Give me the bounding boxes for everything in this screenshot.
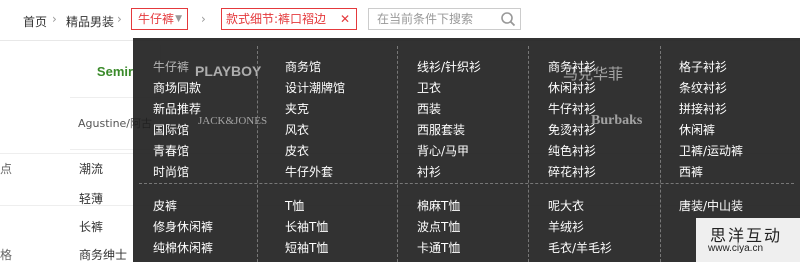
column-divider xyxy=(528,46,529,262)
menu-item[interactable]: 西服套装 xyxy=(417,121,465,138)
menu-item[interactable]: 条纹衬衫 xyxy=(679,79,727,96)
crumb-home[interactable]: 首页 xyxy=(23,13,47,30)
menu-item[interactable]: 卫裤/运动裤 xyxy=(679,142,743,159)
menu-item[interactable]: 休闲衬衫 xyxy=(548,79,596,96)
menu-item[interactable]: 牛仔外套 xyxy=(285,163,333,180)
row-divider xyxy=(139,183,794,184)
menu-item[interactable]: 卡通T恤 xyxy=(417,239,460,256)
brand-logo-ghost: Burbaks xyxy=(591,113,643,128)
menu-item[interactable]: 西装 xyxy=(417,100,441,117)
menu-item[interactable]: 卫衣 xyxy=(417,79,441,96)
chevron-right-icon: › xyxy=(52,12,57,26)
menu-item[interactable]: 牛仔衬衫 xyxy=(548,100,596,117)
menu-item[interactable]: 新品推荐 xyxy=(153,100,201,117)
menu-item[interactable]: 格子衬衫 xyxy=(679,58,727,75)
chevron-right-icon: › xyxy=(117,12,122,26)
menu-item[interactable]: 风衣 xyxy=(285,121,309,138)
filter-option[interactable]: 轻薄 xyxy=(79,190,103,207)
menu-item[interactable]: 皮衣 xyxy=(285,142,309,159)
menu-item[interactable]: 波点T恤 xyxy=(417,218,460,235)
menu-item[interactable]: 呢大衣 xyxy=(548,197,584,214)
search-input[interactable]: 在当前条件下搜索 xyxy=(368,8,521,30)
search-icon[interactable] xyxy=(500,11,516,27)
menu-item[interactable]: T恤 xyxy=(285,197,304,214)
chevron-right-icon: › xyxy=(201,12,206,26)
menu-item[interactable]: 西裤 xyxy=(679,163,703,180)
category-dropdown[interactable]: 牛仔裤 ▼ xyxy=(131,8,188,30)
filter-tag-label: 款式细节:裤口褶边 xyxy=(226,12,327,26)
menu-item[interactable]: 唐装/中山装 xyxy=(679,197,743,214)
menu-item[interactable]: 时尚馆 xyxy=(153,163,189,180)
menu-item[interactable]: 棉麻T恤 xyxy=(417,197,460,214)
search-placeholder: 在当前条件下搜索 xyxy=(377,12,474,26)
menu-item[interactable]: 羊绒衫 xyxy=(548,218,584,235)
menu-item[interactable]: 毛衣/羊毛衫 xyxy=(548,239,612,256)
menu-item[interactable]: 设计潮牌馆 xyxy=(285,79,345,96)
filter-option[interactable]: 商务绅士 xyxy=(79,246,127,263)
menu-heading[interactable]: 牛仔裤 xyxy=(153,58,189,75)
menu-item[interactable]: 国际馆 xyxy=(153,121,189,138)
menu-item[interactable]: 背心/马甲 xyxy=(417,142,469,159)
row-label: 点 xyxy=(0,162,13,176)
menu-item[interactable]: 商务馆 xyxy=(285,58,321,75)
chevron-down-icon: ▼ xyxy=(175,14,182,24)
watermark: 思洋互动 www.ciya.cn xyxy=(696,218,800,262)
crumb-category[interactable]: 精品男装 xyxy=(66,13,114,30)
menu-item[interactable]: 纯棉休闲裤 xyxy=(153,239,213,256)
brand-logo-ghost: PLAYBOY xyxy=(195,63,262,79)
menu-item[interactable]: 商务衬衫 xyxy=(548,58,596,75)
menu-item[interactable]: 青春馆 xyxy=(153,142,189,159)
column-divider xyxy=(257,46,258,262)
filter-option[interactable]: 长裤 xyxy=(79,218,103,235)
menu-item[interactable]: 短袖T恤 xyxy=(285,239,328,256)
menu-item[interactable]: 长袖T恤 xyxy=(285,218,328,235)
menu-item[interactable]: 碎花衬衫 xyxy=(548,163,596,180)
menu-item[interactable]: 休闲裤 xyxy=(679,121,715,138)
active-filter-tag[interactable]: 款式细节:裤口褶边 ✕ xyxy=(221,8,357,30)
menu-item[interactable]: 拼接衬衫 xyxy=(679,100,727,117)
menu-item[interactable]: 衬衫 xyxy=(417,163,441,180)
filter-option[interactable]: 潮流 xyxy=(79,160,103,177)
breadcrumb: 首页 › 精品男装 › 牛仔裤 ▼ › 款式细节:裤口褶边 ✕ 在当前条件下搜索 xyxy=(0,0,800,41)
menu-item[interactable]: 皮裤 xyxy=(153,197,177,214)
menu-item[interactable]: 修身休闲裤 xyxy=(153,218,213,235)
menu-item[interactable]: 线衫/针织衫 xyxy=(417,58,481,75)
column-divider xyxy=(397,46,398,262)
close-icon[interactable]: ✕ xyxy=(340,9,350,29)
menu-item[interactable]: 纯色衬衫 xyxy=(548,142,596,159)
menu-item[interactable]: 免烫衬衫 xyxy=(548,121,596,138)
row-label: 格 xyxy=(0,248,13,262)
column-divider xyxy=(660,46,661,262)
category-label: 牛仔裤 xyxy=(138,12,175,26)
menu-item[interactable]: 夹克 xyxy=(285,100,309,117)
watermark-url: www.ciya.cn xyxy=(708,243,764,254)
menu-item[interactable]: 商场同款 xyxy=(153,79,201,96)
